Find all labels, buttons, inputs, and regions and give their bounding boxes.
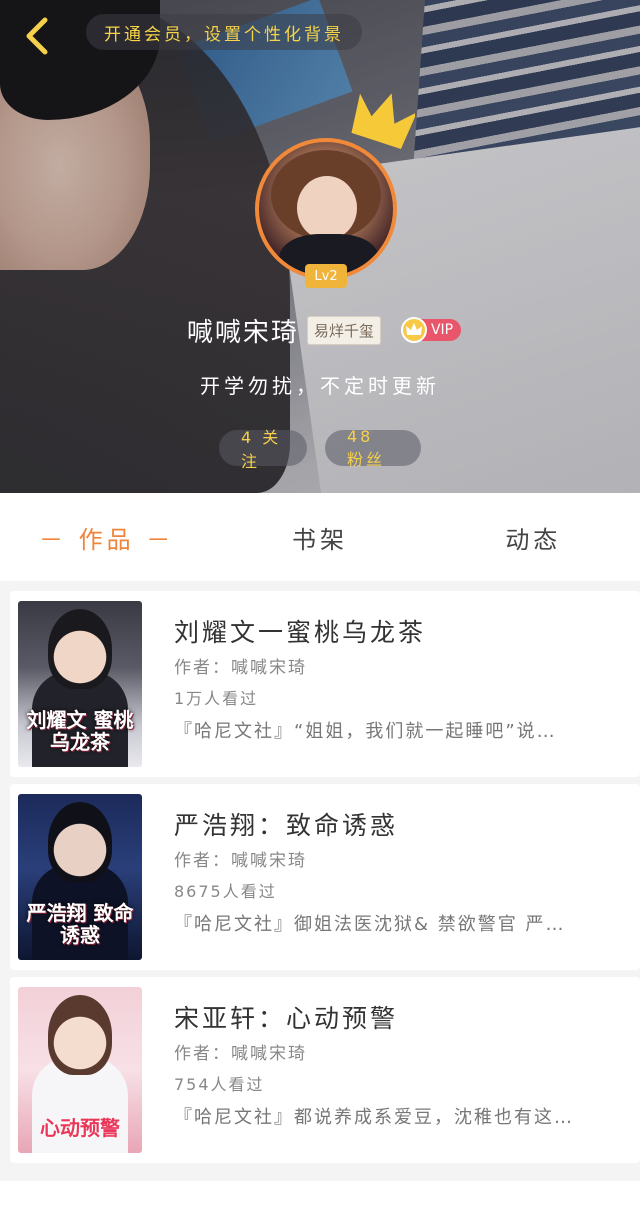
avatar[interactable] [255,138,397,280]
profile-tabs: － 作品 － 书架 动态 [0,493,640,581]
work-views: 8675人看过 [174,882,277,901]
work-title: 宋亚轩：心动预警 [174,1004,399,1033]
avatar-face [297,176,357,240]
vip-background-banner[interactable]: 开通会员，设置个性化背景 [86,14,362,50]
user-signature: 开学勿扰，不定时更新 [200,374,440,398]
tab-moments[interactable]: 动态 [427,520,640,555]
work-item[interactable]: 刘耀文 蜜桃 乌龙茶 刘耀文一蜜桃乌龙茶 作者：喊喊宋琦 1万人看过 『哈尼文社… [10,591,640,777]
profile-header: 开通会员，设置个性化背景 Lv2 喊喊宋琦 易烊千玺 VIP 开学勿扰，不定时更… [0,0,640,493]
work-description: 『哈尼文社』“姐姐，我们就一起睡吧”说… [174,721,557,742]
avatar-container[interactable] [255,93,415,280]
cover-title: 刘耀文 蜜桃 乌龙茶 [26,708,134,754]
chevron-left-icon [26,17,48,55]
work-author: 作者：喊喊宋琦 [174,851,307,871]
fans-count-button[interactable]: 48 粉丝 [325,427,421,469]
name-row: 喊喊宋琦 易烊千玺 VIP [0,310,640,350]
vip-badge[interactable]: VIP [400,317,462,343]
work-title: 严浩翔：致命诱惑 [174,811,399,840]
cover-face [48,802,112,882]
work-description: 『哈尼文社』都说养成系爱豆，沈稚也有这… [174,1107,574,1128]
cover-title: 心动预警 [40,1116,120,1140]
work-item[interactable]: 严浩翔 致命诱惑 严浩翔：致命诱惑 作者：喊喊宋琦 8675人看过 『哈尼文社』… [10,784,640,970]
work-item[interactable]: 心动预警 宋亚轩：心动预警 作者：喊喊宋琦 754人看过 『哈尼文社』都说养成系… [10,977,640,1163]
vip-banner-text: 开通会员，设置个性化背景 [104,24,344,45]
tab-works[interactable]: － 作品 － [0,520,213,555]
cover-title: 严浩翔 致命诱惑 [26,901,134,947]
work-cover[interactable]: 严浩翔 致命诱惑 [18,794,142,960]
work-cover[interactable]: 刘耀文 蜜桃 乌龙茶 [18,601,142,767]
back-button[interactable] [14,14,58,58]
work-author: 作者：喊喊宋琦 [174,658,307,678]
follow-count-button[interactable]: 4 关注 [219,428,307,471]
works-list: 刘耀文 蜜桃 乌龙茶 刘耀文一蜜桃乌龙茶 作者：喊喊宋琦 1万人看过 『哈尼文社… [0,591,640,1170]
work-author: 作者：喊喊宋琦 [174,1044,307,1064]
work-cover[interactable]: 心动预警 [18,987,142,1153]
vip-crown-icon [400,317,427,343]
work-title: 刘耀文一蜜桃乌龙茶 [174,618,427,647]
level-badge: Lv2 [305,264,347,288]
work-views: 1万人看过 [174,689,259,708]
cover-face [48,609,112,689]
stats-row: 4 关注 48 粉丝 [0,427,640,471]
user-name: 喊喊宋琦 [186,317,299,348]
tab-bookshelf[interactable]: 书架 [213,520,426,555]
work-views: 754人看过 [174,1075,265,1094]
work-description: 『哈尼文社』御姐法医沈狱& 禁欲警官 严… [174,914,566,935]
user-tag: 易烊千玺 [306,315,381,345]
cover-face [48,995,112,1075]
crown-icon [351,93,415,149]
